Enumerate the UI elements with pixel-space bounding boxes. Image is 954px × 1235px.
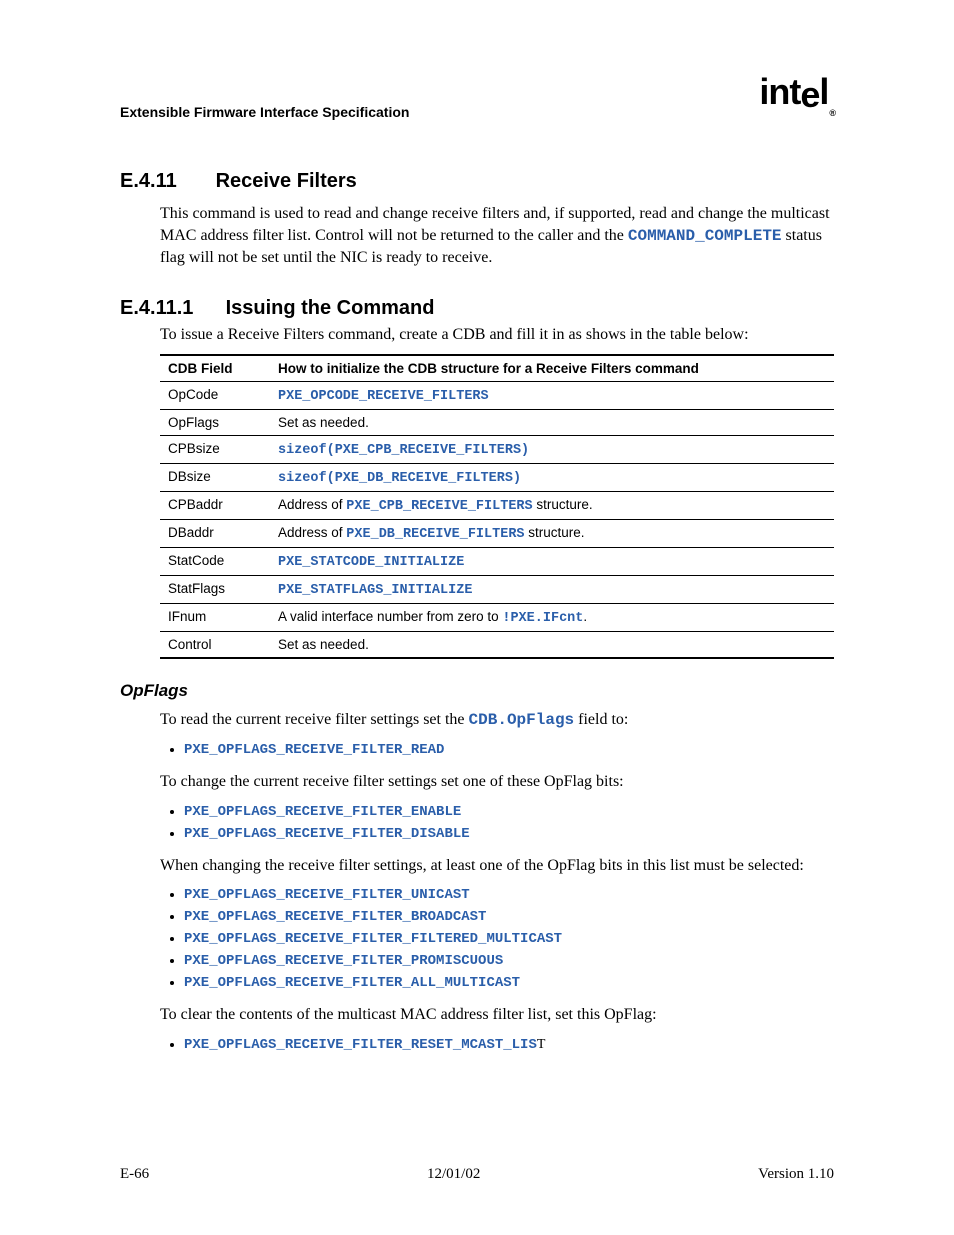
list-item: PXE_OPFLAGS_RECEIVE_FILTER_READ [184,739,834,761]
opflags-p2: To change the current receive filter set… [160,771,834,793]
opflags-p1: To read the current receive filter setti… [160,709,834,732]
doc-title: Extensible Firmware Interface Specificat… [120,104,409,120]
table-cell-field: CPBaddr [160,491,270,519]
opflags-list-bits: PXE_OPFLAGS_RECEIVE_FILTER_UNICASTPXE_OP… [184,884,834,994]
table-header-field: CDB Field [160,355,270,382]
table-row: CPBsizesizeof(PXE_CPB_RECEIVE_FILTERS) [160,435,834,463]
table-cell-field: StatCode [160,547,270,575]
table-cell-desc: Address of PXE_DB_RECEIVE_FILTERS struct… [270,519,834,547]
table-row: DBsizesizeof(PXE_DB_RECEIVE_FILTERS) [160,463,834,491]
table-cell-desc: sizeof(PXE_CPB_RECEIVE_FILTERS) [270,435,834,463]
table-cell-field: OpCode [160,381,270,409]
cdb-table: CDB Field How to initialize the CDB stru… [160,354,834,659]
table-row: DBaddrAddress of PXE_DB_RECEIVE_FILTERS … [160,519,834,547]
section-number: E.4.11 [120,170,210,193]
table-cell-desc: Set as needed. [270,631,834,658]
opflags-p4: To clear the contents of the multicast M… [160,1004,834,1026]
table-row: CPBaddrAddress of PXE_CPB_RECEIVE_FILTER… [160,491,834,519]
list-item: PXE_OPFLAGS_RECEIVE_FILTER_RESET_MCAST_L… [184,1034,834,1056]
table-row: IFnumA valid interface number from zero … [160,603,834,631]
table-cell-desc: PXE_STATCODE_INITIALIZE [270,547,834,575]
table-cell-desc: PXE_STATFLAGS_INITIALIZE [270,575,834,603]
table-header-desc: How to initialize the CDB structure for … [270,355,834,382]
subsection-number: E.4.11.1 [120,297,220,320]
code-inline: CDB.OpFlags [469,711,575,729]
opflags-list-clear: PXE_OPFLAGS_RECEIVE_FILTER_RESET_MCAST_L… [184,1034,834,1056]
table-row: StatFlagsPXE_STATFLAGS_INITIALIZE [160,575,834,603]
section-title: Receive Filters [216,170,357,192]
opflags-list-change: PXE_OPFLAGS_RECEIVE_FILTER_ENABLEPXE_OPF… [184,801,834,845]
table-row: OpCodePXE_OPCODE_RECEIVE_FILTERS [160,381,834,409]
page-footer: E-66 12/01/02 Version 1.10 [120,1166,834,1183]
intel-logo: intel® [759,74,834,114]
subsection-intro: To issue a Receive Filters command, crea… [160,324,834,346]
table-cell-field: Control [160,631,270,658]
code-inline: COMMAND_COMPLETE [628,227,782,245]
subsection-heading: E.4.11.1 Issuing the Command [120,297,834,320]
subsection-title: Issuing the Command [226,297,435,319]
table-row: OpFlagsSet as needed. [160,409,834,435]
section-body: This command is used to read and change … [160,203,834,269]
table-cell-desc: sizeof(PXE_DB_RECEIVE_FILTERS) [270,463,834,491]
list-item: PXE_OPFLAGS_RECEIVE_FILTER_FILTERED_MULT… [184,928,834,950]
opflags-heading: OpFlags [120,681,834,701]
list-item: PXE_OPFLAGS_RECEIVE_FILTER_BROADCAST [184,906,834,928]
table-row: StatCodePXE_STATCODE_INITIALIZE [160,547,834,575]
opflags-p3: When changing the receive filter setting… [160,855,834,877]
table-cell-field: CPBsize [160,435,270,463]
table-cell-field: DBaddr [160,519,270,547]
list-item: PXE_OPFLAGS_RECEIVE_FILTER_DISABLE [184,823,834,845]
list-item: PXE_OPFLAGS_RECEIVE_FILTER_ENABLE [184,801,834,823]
list-item: PXE_OPFLAGS_RECEIVE_FILTER_UNICAST [184,884,834,906]
table-cell-field: IFnum [160,603,270,631]
table-cell-desc: A valid interface number from zero to !P… [270,603,834,631]
table-cell-desc: PXE_OPCODE_RECEIVE_FILTERS [270,381,834,409]
footer-date: 12/01/02 [427,1166,480,1183]
list-item: PXE_OPFLAGS_RECEIVE_FILTER_ALL_MULTICAST [184,972,834,994]
table-cell-field: DBsize [160,463,270,491]
footer-version: Version 1.10 [758,1166,834,1183]
table-cell-desc: Set as needed. [270,409,834,435]
table-cell-field: OpFlags [160,409,270,435]
section-heading: E.4.11 Receive Filters [120,170,834,193]
table-row: ControlSet as needed. [160,631,834,658]
footer-page: E-66 [120,1166,149,1183]
opflags-list-read: PXE_OPFLAGS_RECEIVE_FILTER_READ [184,739,834,761]
page-header: Extensible Firmware Interface Specificat… [120,80,834,120]
table-cell-field: StatFlags [160,575,270,603]
list-item: PXE_OPFLAGS_RECEIVE_FILTER_PROMISCUOUS [184,950,834,972]
table-cell-desc: Address of PXE_CPB_RECEIVE_FILTERS struc… [270,491,834,519]
